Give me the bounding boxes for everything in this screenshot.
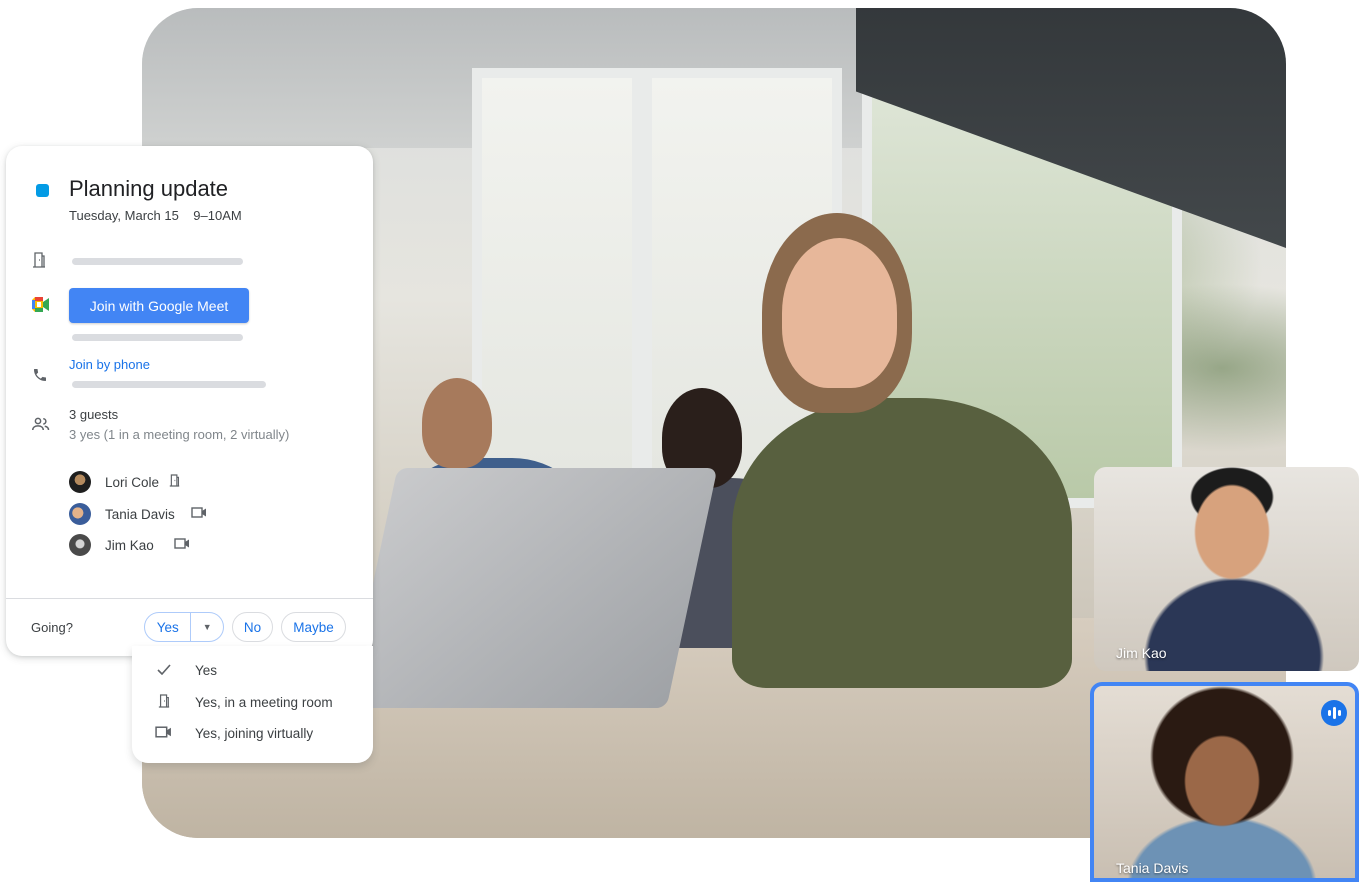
guest-summary: 3 yes (1 in a meeting room, 2 virtually): [69, 427, 290, 442]
meeting-room-icon: [132, 693, 195, 711]
guest-row[interactable]: Lori Cole: [69, 470, 180, 494]
check-icon: [132, 662, 195, 678]
rsvp-no-button[interactable]: No: [232, 612, 273, 642]
meeting-room-icon: [32, 252, 46, 272]
video-tile-tania[interactable]: Tania Davis: [1090, 682, 1359, 882]
guest-row[interactable]: Tania Davis: [69, 502, 207, 526]
going-label: Going?: [31, 620, 73, 635]
avatar: [69, 503, 91, 525]
rsvp-yes-button[interactable]: Yes ▼: [144, 612, 224, 642]
participant-name: Jim Kao: [1116, 645, 1167, 661]
video-icon: [174, 538, 190, 552]
rsvp-yes-label[interactable]: Yes: [145, 613, 192, 641]
chevron-down-icon[interactable]: ▼: [191, 622, 223, 632]
event-color-chip: [36, 184, 49, 197]
phone-icon: [32, 367, 48, 387]
people-icon: [32, 417, 50, 435]
guest-row[interactable]: Jim Kao: [69, 533, 190, 557]
menu-item-label: Yes, joining virtually: [195, 725, 314, 741]
guest-name: Lori Cole: [105, 474, 160, 490]
divider: [6, 598, 373, 599]
menu-item-yes[interactable]: Yes: [132, 656, 373, 684]
participant-name: Tania Davis: [1116, 860, 1189, 876]
rsvp-dropdown-menu: Yes Yes, in a meeting room Yes, joining …: [132, 646, 373, 763]
google-meet-icon: [32, 297, 50, 316]
speaking-indicator-icon: [1321, 700, 1347, 726]
video-icon: [132, 725, 195, 741]
video-tile-jim[interactable]: Jim Kao: [1094, 467, 1359, 671]
guest-name: Tania Davis: [105, 506, 175, 522]
avatar: [69, 534, 91, 556]
event-date: Tuesday, March 15 9–10AM: [69, 208, 242, 223]
guest-count: 3 guests: [69, 407, 119, 422]
phone-number-placeholder: [72, 381, 266, 388]
join-meet-button[interactable]: Join with Google Meet: [69, 288, 249, 323]
menu-item-meeting-room[interactable]: Yes, in a meeting room: [132, 688, 373, 716]
event-card: Planning update Tuesday, March 15 9–10AM…: [6, 146, 373, 656]
avatar: [69, 471, 91, 493]
rsvp-maybe-button[interactable]: Maybe: [281, 612, 346, 642]
menu-item-virtual[interactable]: Yes, joining virtually: [132, 719, 373, 747]
room-placeholder: [72, 258, 243, 265]
video-icon: [191, 507, 207, 521]
meet-link-placeholder: [72, 334, 243, 341]
menu-item-label: Yes, in a meeting room: [195, 694, 333, 710]
guest-name: Jim Kao: [105, 537, 154, 553]
menu-item-label: Yes: [195, 662, 218, 678]
join-by-phone-link[interactable]: Join by phone: [69, 357, 150, 372]
event-title: Planning update: [69, 176, 229, 201]
meeting-room-icon: [169, 474, 180, 490]
